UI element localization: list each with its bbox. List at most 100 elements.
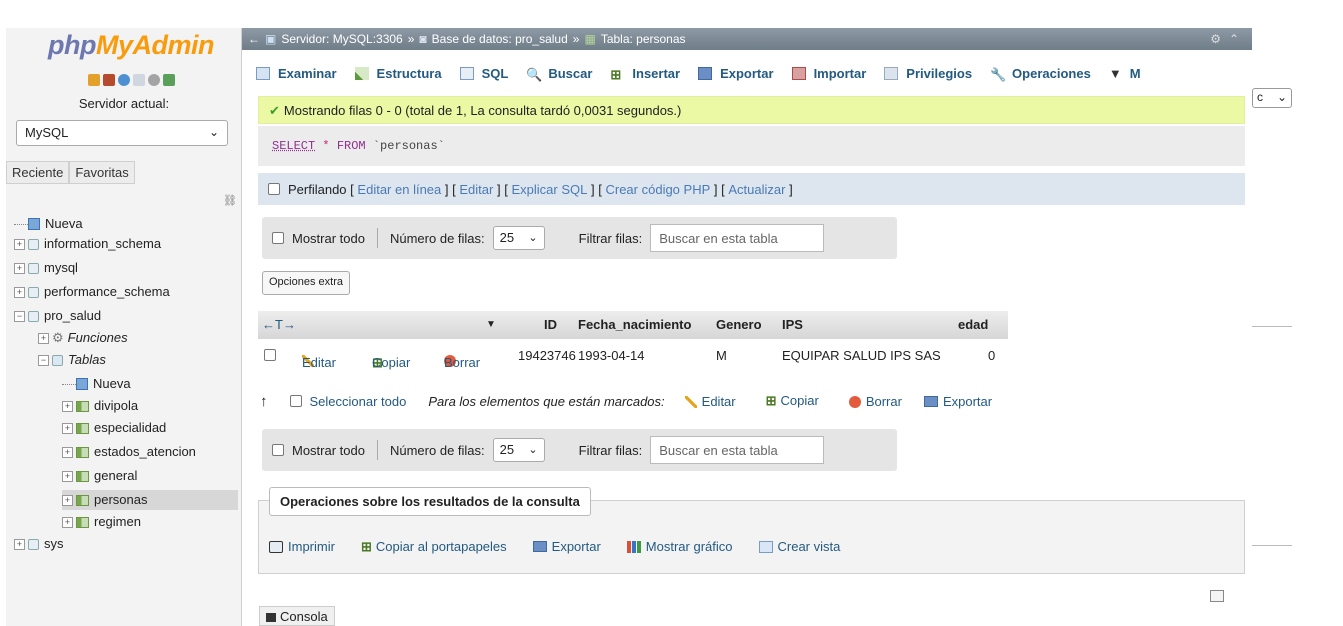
col-fecha[interactable]: Fecha_nacimiento — [578, 317, 691, 332]
expand-icon[interactable]: + — [14, 538, 25, 550]
back-arrow-icon[interactable]: ← — [248, 32, 260, 46]
divider — [1252, 545, 1292, 546]
extra-options-button[interactable]: Opciones extra — [262, 271, 350, 295]
tab-buscar[interactable]: 🔍 Buscar — [526, 66, 592, 82]
create-view-link[interactable]: Crear vista — [758, 539, 840, 555]
expand-icon[interactable]: + — [62, 422, 73, 434]
tree-item-divipola[interactable]: + divipola — [62, 396, 138, 416]
collapse-icon[interactable]: − — [38, 354, 49, 366]
sort-icon[interactable]: ▼ — [486, 319, 496, 330]
explain-sql-link[interactable]: Explicar SQL — [511, 182, 587, 197]
tree-item-especialidad[interactable]: + especialidad — [62, 418, 166, 438]
breadcrumb-database[interactable]: Base de datos: pro_salud — [432, 32, 568, 46]
server-select[interactable]: MySQL ⌄ — [16, 120, 228, 146]
tree-item-estados-atencion[interactable]: + estados_atencion — [62, 442, 196, 462]
page-settings-icon[interactable] — [1210, 590, 1224, 602]
tab-insertar[interactable]: ⊞ Insertar — [610, 66, 680, 82]
docs-icon[interactable] — [133, 74, 145, 86]
breadcrumb-server[interactable]: Servidor: MySQL:3306 — [281, 32, 402, 46]
expand-icon[interactable]: + — [14, 238, 25, 250]
tab-operaciones[interactable]: 🔧 Operaciones — [990, 66, 1091, 82]
phpmyadmin-logo[interactable]: phpMyAdmin — [48, 30, 214, 61]
row-checkbox[interactable] — [264, 349, 276, 361]
tree-item-tablas[interactable]: − Tablas — [38, 350, 106, 370]
tab-recent[interactable]: Reciente — [6, 161, 70, 184]
expand-icon[interactable]: + — [62, 400, 73, 412]
col-edad[interactable]: edad — [958, 317, 988, 332]
expand-icon[interactable]: + — [14, 262, 25, 274]
tab-privilegios[interactable]: Privilegios — [884, 66, 972, 81]
tab-sql[interactable]: SQL — [459, 66, 508, 81]
rows-select[interactable]: 25 ⌄ — [492, 438, 545, 462]
breadcrumb-table[interactable]: Tabla: personas — [601, 32, 686, 46]
filter-input[interactable]: Buscar en esta tabla — [650, 224, 825, 252]
show-all-checkbox[interactable] — [272, 444, 284, 456]
print-link[interactable]: Imprimir — [269, 539, 335, 555]
reload-icon[interactable] — [163, 74, 175, 86]
col-genero[interactable]: Genero — [716, 317, 762, 332]
maximize-icon[interactable]: ⌃ — [1229, 32, 1239, 46]
col-ips[interactable]: IPS — [782, 317, 803, 332]
tree-item-new-table[interactable]: Nueva — [62, 374, 131, 394]
show-all-checkbox[interactable] — [272, 232, 284, 244]
tree-item-general[interactable]: + general — [62, 466, 137, 486]
cell-ips[interactable]: EQUIPAR SALUD IPS SAS — [782, 348, 941, 363]
console-button[interactable]: Consola — [259, 606, 335, 626]
tree-item-pro-salud[interactable]: − pro_salud — [14, 306, 101, 326]
tab-more[interactable]: ▼ M — [1109, 66, 1141, 81]
home-icon[interactable] — [88, 74, 100, 86]
tree-item-sys[interactable]: + sys — [14, 534, 64, 554]
create-php-link[interactable]: Crear código PHP — [605, 182, 710, 197]
tab-favorites[interactable]: Favoritas — [69, 161, 135, 184]
refresh-link[interactable]: Actualizar — [728, 182, 785, 197]
right-side-select[interactable]: c ⌄ — [1252, 88, 1292, 108]
tab-exportar[interactable]: Exportar — [698, 66, 774, 81]
tree-item-performance-schema[interactable]: + performance_schema — [14, 282, 170, 302]
tree-item-funciones[interactable]: + ⚙ Funciones — [38, 328, 128, 348]
filter-input[interactable]: Buscar en esta tabla — [650, 436, 825, 464]
edit-inline-link[interactable]: Editar en línea — [357, 182, 441, 197]
logout-icon[interactable] — [103, 74, 115, 86]
help-icon[interactable] — [118, 74, 130, 86]
rows-select[interactable]: 25 ⌄ — [492, 226, 545, 250]
gear-icon[interactable]: ⚙ — [1210, 32, 1221, 46]
copy-clipboard-link[interactable]: ⊞ Copiar al portapapeles — [361, 539, 507, 555]
tree-item-nueva[interactable]: Nueva — [14, 214, 83, 234]
expand-icon[interactable]: + — [62, 494, 73, 506]
collapse-icon[interactable]: − — [14, 310, 25, 322]
expand-icon[interactable]: + — [38, 332, 49, 344]
bulk-edit-button[interactable]: Editar — [684, 394, 736, 409]
expand-icon[interactable]: + — [14, 286, 25, 298]
link-panels-icon[interactable]: ⛓ — [223, 194, 237, 207]
cell-id[interactable]: 19423746 — [518, 348, 576, 363]
bulk-copy-button[interactable]: ⊞ Copiar — [766, 393, 819, 409]
tab-importar[interactable]: Importar — [791, 66, 866, 81]
bulk-delete-button[interactable]: Borrar — [848, 394, 902, 409]
filter-label: Filtrar filas: — [578, 230, 643, 246]
tree-item-information-schema[interactable]: + information_schema — [14, 234, 161, 254]
cell-fecha[interactable]: 1993-04-14 — [578, 348, 645, 363]
expand-icon[interactable]: + — [62, 446, 73, 458]
column-toggle-arrows[interactable]: ←T→ — [262, 317, 296, 332]
bracket: ] — [496, 181, 501, 197]
edit-link[interactable]: Editar — [459, 182, 493, 197]
expand-icon[interactable]: + — [62, 470, 73, 482]
bulk-export-button[interactable]: Exportar — [923, 394, 992, 409]
bracket: [ — [598, 181, 602, 197]
profiling-checkbox[interactable] — [268, 183, 280, 195]
tab-examinar[interactable]: Examinar — [256, 66, 337, 81]
sql-query-box[interactable]: SELECT * FROM `personas` — [258, 126, 1245, 166]
select-all-checkbox[interactable] — [289, 395, 302, 407]
cell-genero[interactable]: M — [716, 348, 727, 363]
settings-icon[interactable] — [148, 74, 160, 86]
col-id[interactable]: ID — [544, 317, 557, 332]
show-chart-link[interactable]: Mostrar gráfico — [626, 539, 733, 555]
cell-edad[interactable]: 0 — [988, 348, 995, 363]
tree-item-regimen[interactable]: + regimen — [62, 512, 141, 532]
tree-item-personas[interactable]: + personas — [62, 490, 238, 510]
tab-estructura[interactable]: Estructura — [354, 66, 442, 81]
expand-icon[interactable]: + — [62, 516, 73, 528]
export-link[interactable]: Exportar — [532, 539, 601, 555]
tree-item-mysql[interactable]: + mysql — [14, 258, 78, 278]
select-all-label[interactable]: Seleccionar todo — [310, 394, 407, 409]
